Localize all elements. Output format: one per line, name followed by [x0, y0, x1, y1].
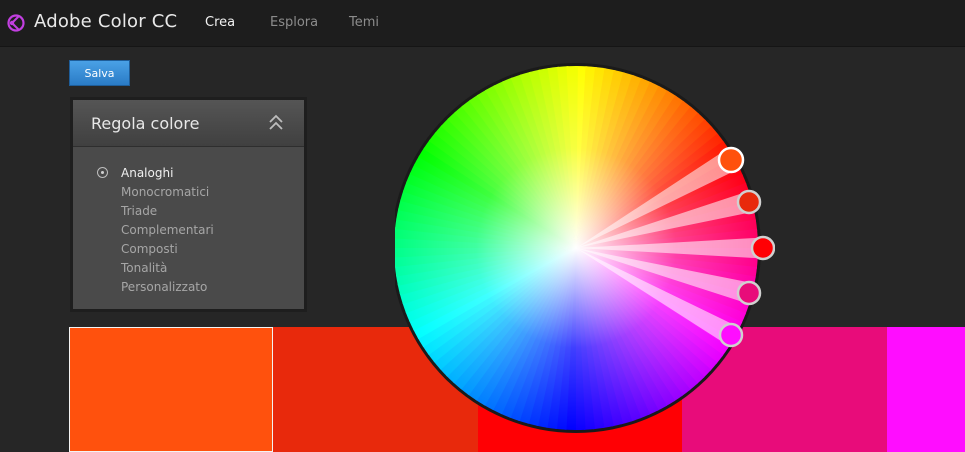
rule-triade[interactable]: Triade — [73, 202, 214, 221]
rule-label: Triade — [121, 204, 158, 218]
rule-monocromatici[interactable]: Monocromatici — [73, 183, 214, 202]
adobe-color-logo-icon[interactable] — [6, 11, 26, 33]
color-handle-1[interactable] — [717, 146, 745, 174]
rule-complementari[interactable]: Complementari — [73, 221, 214, 240]
swatch-5[interactable] — [887, 327, 965, 452]
color-handle-5[interactable] — [718, 322, 744, 348]
rule-label: Complementari — [121, 223, 214, 237]
nav-esplora[interactable]: Esplora — [270, 15, 318, 30]
nav-crea[interactable]: Crea — [205, 15, 235, 30]
color-wheel[interactable] — [395, 62, 775, 434]
rule-label: Monocromatici — [121, 185, 210, 199]
rule-label: Tonalità — [121, 261, 168, 275]
rule-label: Analoghi — [121, 166, 174, 180]
rule-tonalita[interactable]: Tonalità — [73, 259, 214, 278]
panel-title: Regola colore — [91, 114, 200, 133]
nav-temi[interactable]: Temi — [349, 15, 379, 30]
rule-label: Personalizzato — [121, 280, 208, 294]
radio-selected-icon — [97, 167, 108, 178]
rule-list: Analoghi Monocromatici Triade Complement… — [73, 164, 214, 297]
rule-analoghi[interactable]: Analoghi — [73, 164, 214, 183]
color-rule-panel: Regola colore Analoghi Monocromatici Tri… — [70, 97, 307, 312]
double-chevron-up-icon[interactable] — [268, 114, 284, 132]
color-handle-3[interactable] — [750, 235, 775, 261]
panel-header[interactable]: Regola colore — [73, 100, 304, 147]
color-handle-2[interactable] — [736, 189, 762, 215]
color-handle-4[interactable] — [736, 280, 762, 306]
rule-composti[interactable]: Composti — [73, 240, 214, 259]
save-button[interactable]: Salva — [69, 60, 130, 86]
rule-label: Composti — [121, 242, 178, 256]
top-bar: Adobe Color CC Crea Esplora Temi — [0, 0, 965, 47]
app-title: Adobe Color CC — [34, 11, 178, 32]
swatch-1[interactable] — [69, 327, 273, 452]
rule-personalizzato[interactable]: Personalizzato — [73, 278, 214, 297]
